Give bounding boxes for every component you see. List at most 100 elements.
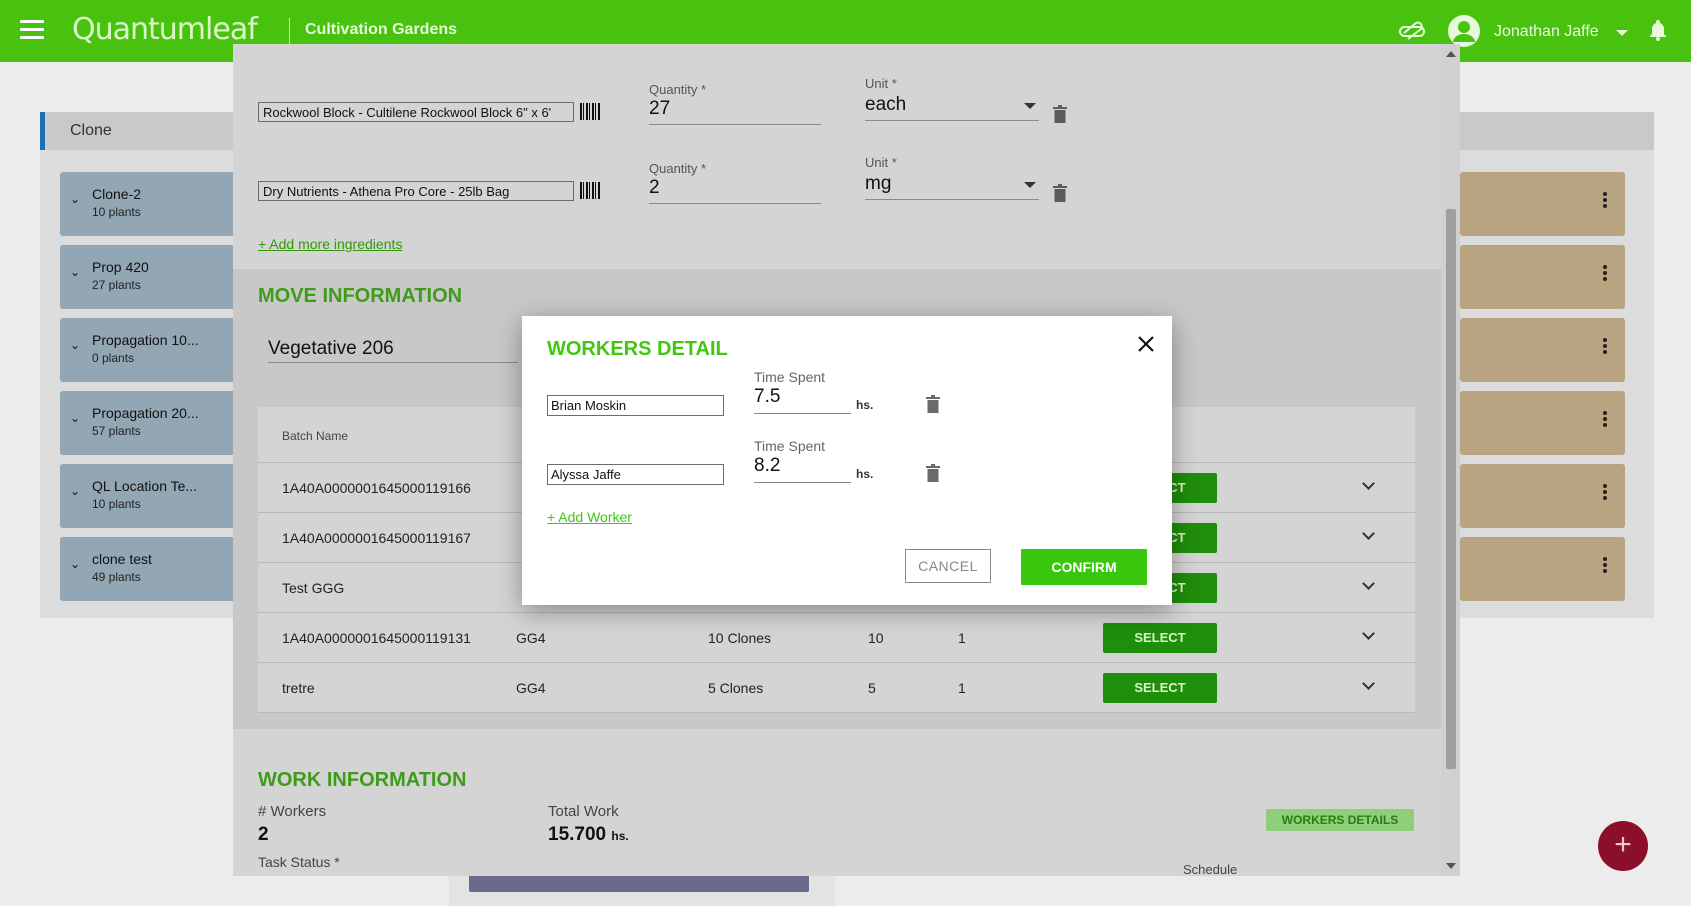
location-card[interactable]: ⌄ Clone-2 10 plants: [60, 172, 240, 236]
batch-type: 5 Clones: [708, 680, 764, 696]
room-card[interactable]: [1460, 172, 1625, 236]
user-name[interactable]: Jonathan Jaffe: [1494, 23, 1599, 41]
total-work-unit: hs.: [611, 829, 629, 843]
avatar-icon[interactable]: [1448, 15, 1480, 47]
batch-name: tretre: [282, 680, 315, 696]
room-card[interactable]: [1460, 318, 1625, 382]
barcode-icon[interactable]: [580, 103, 600, 120]
room-card[interactable]: [1460, 245, 1625, 309]
scroll-up-icon[interactable]: [1446, 51, 1456, 57]
time-spent-input[interactable]: 8.2: [754, 455, 780, 477]
trash-icon[interactable]: [1053, 105, 1067, 123]
chevron-down-icon[interactable]: ⌄: [70, 338, 80, 352]
bell-icon[interactable]: [1648, 19, 1668, 41]
paperclip-icon[interactable]: [1398, 20, 1426, 42]
chevron-down-icon[interactable]: ⌄: [70, 557, 80, 571]
ingredient-input[interactable]: Dry Nutrients - Athena Pro Core - 25lb B…: [258, 181, 574, 201]
plant-count: 10: [868, 630, 884, 646]
schedule-label: Schedule: [1183, 862, 1238, 876]
chevron-down-icon[interactable]: ⌄: [70, 411, 80, 425]
location-card[interactable]: ⌄ Prop 420 27 plants: [60, 245, 240, 309]
workers-count-label: # Workers: [258, 803, 327, 820]
more-vert-icon[interactable]: [1603, 411, 1607, 429]
destination-select[interactable]: Vegetative 206: [268, 338, 394, 360]
batch-name: 1A40A0000001645000119166: [282, 480, 471, 496]
time-spent-underline: [754, 482, 851, 483]
location-name: clone test: [92, 551, 152, 567]
app-logo[interactable]: Quantumleaf: [72, 12, 258, 47]
barcode-icon[interactable]: [580, 182, 600, 199]
time-spent-label: Time Spent: [754, 438, 826, 454]
more-vert-icon[interactable]: [1603, 484, 1607, 502]
select-button[interactable]: SELECT: [1103, 673, 1217, 703]
location-name: Propagation 10...: [92, 332, 199, 348]
chevron-down-icon[interactable]: [1362, 527, 1375, 540]
batch-type: 10 Clones: [708, 630, 772, 646]
trash-icon[interactable]: [926, 464, 940, 482]
location-card[interactable]: ⌄ clone test 49 plants: [60, 537, 240, 601]
worker-name-input[interactable]: Alyssa Jaffe: [547, 464, 724, 485]
add-worker-link[interactable]: + Add Worker: [547, 509, 632, 525]
batch-name: 1A40A0000001645000119131: [282, 630, 471, 646]
chevron-down-icon[interactable]: [1362, 677, 1375, 690]
batch-n: 1: [958, 630, 966, 646]
table-row: 1A40A0000001645000119131 GG4 10 Clones 1…: [258, 613, 1415, 663]
chevron-down-icon[interactable]: [1362, 477, 1375, 490]
worker-name-input[interactable]: Brian Moskin: [547, 395, 724, 416]
add-fab-button[interactable]: +: [1598, 821, 1648, 871]
cancel-button[interactable]: CANCEL: [905, 549, 991, 583]
workers-details-button[interactable]: WORKERS DETAILS: [1266, 809, 1414, 831]
destination-underline: [268, 362, 518, 363]
room-card[interactable]: [1460, 537, 1625, 601]
chevron-down-icon[interactable]: [1362, 627, 1375, 640]
quantity-underline: [649, 124, 821, 125]
room-card[interactable]: [1460, 464, 1625, 528]
location-plants: 27 plants: [92, 278, 141, 292]
quantity-field[interactable]: 2: [649, 177, 660, 199]
trash-icon[interactable]: [1053, 184, 1067, 202]
dropdown-arrow-icon[interactable]: [1024, 182, 1036, 188]
location-card[interactable]: ⌄ Propagation 20... 57 plants: [60, 391, 240, 455]
select-button[interactable]: SELECT: [1103, 623, 1217, 653]
user-menu-chevron-icon[interactable]: [1616, 30, 1628, 36]
strain: GG4: [516, 630, 546, 646]
unit-select[interactable]: each: [865, 94, 906, 116]
unit-underline: [865, 199, 1039, 200]
scroll-thumb[interactable]: [1446, 209, 1456, 769]
location-plants: 10 plants: [92, 205, 141, 219]
location-card[interactable]: ⌄ QL Location Te... 10 plants: [60, 464, 240, 528]
unit-select[interactable]: mg: [865, 173, 891, 195]
location-plants: 10 plants: [92, 497, 141, 511]
modal-scrollbar[interactable]: [1441, 44, 1460, 876]
room-card[interactable]: [1460, 391, 1625, 455]
time-spent-input[interactable]: 7.5: [754, 386, 780, 408]
unit-label: Unit *: [865, 76, 897, 91]
chevron-down-icon[interactable]: ⌄: [70, 484, 80, 498]
chevron-down-icon[interactable]: [1362, 577, 1375, 590]
more-vert-icon[interactable]: [1603, 338, 1607, 356]
chevron-down-icon[interactable]: ⌄: [70, 265, 80, 279]
close-icon[interactable]: [1136, 334, 1156, 354]
time-spent-label: Time Spent: [754, 369, 826, 385]
unit-underline: [865, 120, 1039, 121]
dropdown-arrow-icon[interactable]: [1024, 103, 1036, 109]
batch-n: 1: [958, 680, 966, 696]
trash-icon[interactable]: [926, 395, 940, 413]
location-card[interactable]: ⌄ Propagation 10... 0 plants: [60, 318, 240, 382]
location-name: QL Location Te...: [92, 478, 198, 494]
quantity-field[interactable]: 27: [649, 98, 670, 120]
add-ingredients-link[interactable]: + Add more ingredients: [258, 236, 402, 252]
more-vert-icon[interactable]: [1603, 192, 1607, 210]
scroll-down-icon[interactable]: [1446, 863, 1456, 869]
confirm-button[interactable]: CONFIRM: [1021, 549, 1147, 585]
more-vert-icon[interactable]: [1603, 265, 1607, 283]
strain: GG4: [516, 680, 546, 696]
chevron-down-icon[interactable]: ⌄: [70, 192, 80, 206]
total-work-number: 15.700: [548, 824, 607, 845]
batch-name-header: Batch Name: [282, 429, 349, 443]
menu-icon[interactable]: [20, 20, 44, 40]
ingredient-input[interactable]: Rockwool Block - Cultilene Rockwool Bloc…: [258, 102, 574, 122]
location-plants: 0 plants: [92, 351, 135, 365]
more-vert-icon[interactable]: [1603, 557, 1607, 575]
quantity-label: Quantity *: [649, 82, 707, 97]
